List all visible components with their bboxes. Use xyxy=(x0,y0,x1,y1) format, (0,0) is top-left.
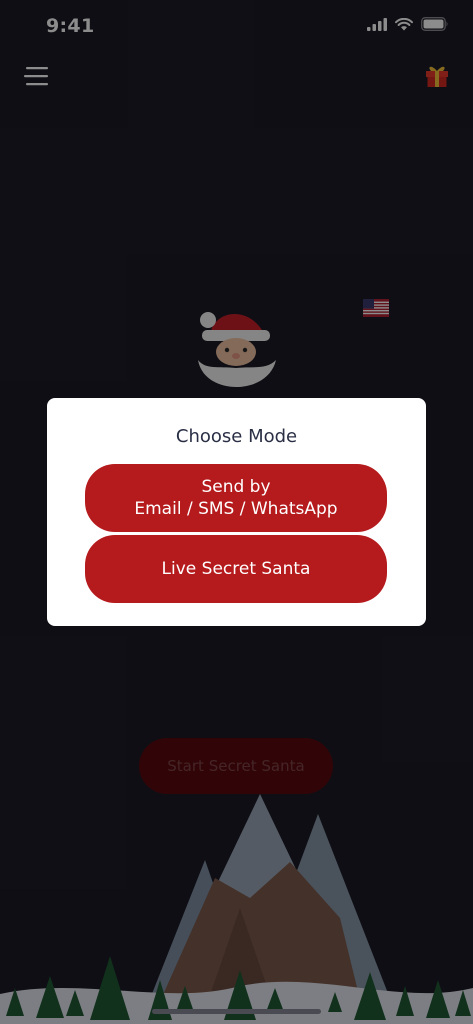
dialog-title: Choose Mode xyxy=(175,426,298,447)
send-button-line1: Send by xyxy=(201,477,271,497)
choose-mode-dialog: Choose Mode Send by Email / SMS / WhatsA… xyxy=(47,398,426,626)
live-button-label: Live Secret Santa xyxy=(161,559,311,579)
home-indicator xyxy=(152,1009,321,1014)
send-button-line2: Email / SMS / WhatsApp xyxy=(134,499,338,519)
send-by-email-sms-whatsapp-button[interactable]: Send by Email / SMS / WhatsApp xyxy=(85,464,387,532)
live-secret-santa-button[interactable]: Live Secret Santa xyxy=(85,535,387,603)
